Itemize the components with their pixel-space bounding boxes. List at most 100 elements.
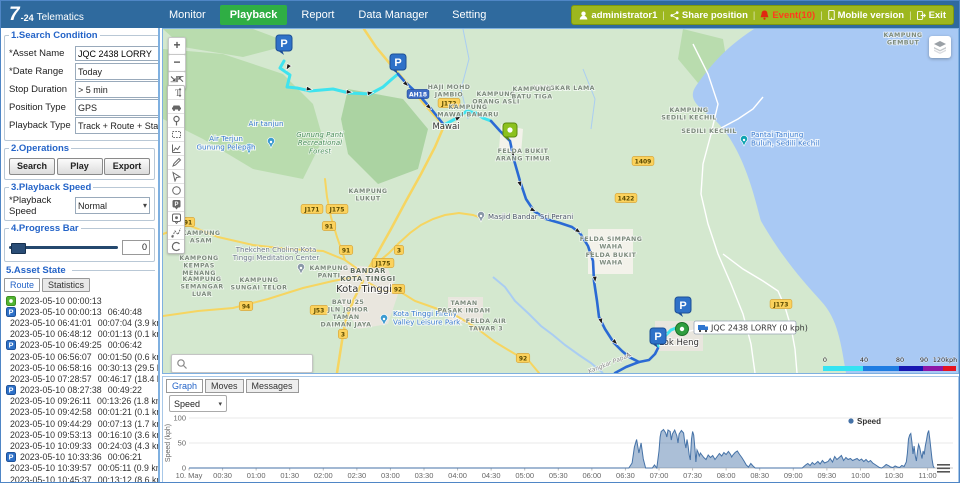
event-link[interactable]: Event(10) <box>760 10 815 21</box>
map-label: FELDA AIRTAWAR 3 <box>466 318 507 333</box>
asset-state-row[interactable]: P2023-05-10 08:27:3800:49:22 <box>4 385 155 396</box>
marker-tool[interactable] <box>168 114 184 128</box>
svg-text:J175: J175 <box>329 206 345 213</box>
map-container[interactable]: 9191913J1759294J53392J171J175J1721409142… <box>162 28 959 374</box>
asset-state-row[interactable]: 2023-05-10 09:53:1300:16:10 (3.6 km) <box>4 429 155 440</box>
svg-text:KAMPUNGSEDILI KECHIL: KAMPUNGSEDILI KECHIL <box>661 107 717 122</box>
menu-item-data-manager[interactable]: Data Manager <box>348 5 438 25</box>
separator: | <box>753 10 755 21</box>
asset-state-row[interactable]: 2023-05-10 09:44:2900:07:13 (1.7 km) <box>4 418 155 429</box>
circle-tool[interactable] <box>168 184 184 198</box>
brand-7: 7 <box>9 7 20 23</box>
svg-text:92: 92 <box>394 286 402 293</box>
map-search-input[interactable] <box>190 356 312 371</box>
asset-state-row[interactable]: 2023-05-10 06:58:1600:30:13 (29.5 km) <box>4 362 155 373</box>
arrow-tool[interactable] <box>168 170 184 184</box>
area-tool[interactable] <box>168 128 184 142</box>
asset-state-row[interactable]: 2023-05-10 06:48:1200:01:13 (0.1 km) <box>4 329 155 340</box>
bottom-tab-graph[interactable]: Graph <box>166 379 203 393</box>
position-type-select[interactable]: GPS▾ <box>75 99 160 116</box>
svg-text:80: 80 <box>896 356 904 364</box>
svg-text:1409: 1409 <box>635 158 652 165</box>
form-row: Position TypeGPS▾ <box>9 100 160 115</box>
speed-chart: 10050010. May00:3001:0001:3002:0002:3003… <box>163 412 956 483</box>
poi-tool[interactable] <box>168 212 184 226</box>
select-value: Track + Route + Statistic <box>78 121 160 131</box>
asset-state-row[interactable]: P2023-05-10 10:33:3600:06:21 <box>4 452 155 463</box>
map-label: SEDILI KECHIL <box>681 128 737 135</box>
map-zoom-in-button[interactable]: + <box>168 37 186 55</box>
asset-state-row[interactable]: 2023-05-10 10:45:3700:13:12 (8.6 km) <box>4 474 155 483</box>
svg-text:06:00: 06:00 <box>582 471 601 480</box>
menu-item-playback[interactable]: Playback <box>220 5 288 25</box>
asset-state-list: 2023-05-10 00:00:13P2023-05-10 00:00:130… <box>4 295 155 483</box>
asset-state-row[interactable]: 2023-05-10 06:41:0100:07:04 (3.9 km) <box>4 317 155 328</box>
stop-duration-select[interactable]: > 5 min▾ <box>75 81 160 98</box>
brand-sub: -24 <box>21 13 34 23</box>
chart-menu-button[interactable] <box>937 464 950 473</box>
asset-tab-route[interactable]: Route <box>4 278 40 292</box>
svg-text:P: P <box>9 307 14 316</box>
play-button[interactable]: Play <box>57 158 103 175</box>
svg-text:J171: J171 <box>304 206 320 213</box>
asset-name-input[interactable] <box>75 46 160 61</box>
svg-text:10. May: 10. May <box>176 471 203 480</box>
asset-state-row[interactable]: 2023-05-10 10:39:5700:05:11 (0.9 km) <box>4 463 155 474</box>
exit-link[interactable]: Exit <box>917 10 946 21</box>
map-zoom-out-button[interactable]: − <box>168 54 186 72</box>
progress-handle[interactable] <box>11 243 26 254</box>
progress-track[interactable] <box>9 246 118 249</box>
svg-text:02:00: 02:00 <box>314 471 333 480</box>
vehicle-tool[interactable] <box>168 100 184 114</box>
svg-text:FELDA AIRTAWAR 3: FELDA AIRTAWAR 3 <box>466 318 507 333</box>
svg-text:J173: J173 <box>773 301 789 308</box>
route-tool[interactable] <box>168 226 184 240</box>
search-button[interactable]: Search <box>9 158 55 175</box>
chart-tool[interactable] <box>168 142 184 156</box>
text-tool[interactable]: T <box>168 86 184 100</box>
user-segment[interactable]: administrator1 <box>579 10 657 21</box>
asset-state-row[interactable]: P2023-05-10 00:00:1306:40:48 <box>4 306 155 317</box>
export-button[interactable]: Export <box>104 158 150 175</box>
exit-label: Exit <box>929 10 946 21</box>
asset-state-row[interactable]: 2023-05-10 00:00:13 <box>4 295 155 306</box>
series-select-button[interactable]: Speed ▾ <box>169 395 227 412</box>
playback-speed-select[interactable]: Normal ▾ <box>75 197 150 214</box>
menu-item-setting[interactable]: Setting <box>442 5 496 25</box>
menu-item-report[interactable]: Report <box>291 5 344 25</box>
menu-item-monitor[interactable]: Monitor <box>159 5 216 25</box>
asset-state-row[interactable]: 2023-05-10 09:42:5800:01:21 (0.1 km) <box>4 407 155 418</box>
mobile-version-link[interactable]: Mobile version <box>828 10 905 21</box>
map-canvas[interactable]: 9191913J1759294J53392J171J175J1721409142… <box>163 29 958 373</box>
row-info: 00:49:22 <box>108 385 142 395</box>
map-layers-button[interactable] <box>929 36 951 58</box>
date-range-select[interactable]: Today▾ <box>75 63 160 80</box>
share-position-link[interactable]: Share position <box>670 10 748 21</box>
svg-text:91: 91 <box>184 219 192 226</box>
vehicle-info-label[interactable]: JQC 2438 LORRY (0 kph) <box>694 321 808 334</box>
playback-type-select[interactable]: Track + Route + Statistic▾ <box>75 117 160 134</box>
asset-tab-statistics[interactable]: Statistics <box>42 278 90 292</box>
current-position-marker[interactable] <box>676 323 689 336</box>
asset-state-row[interactable]: 2023-05-10 10:09:3300:24:03 (4.3 km) <box>4 440 155 451</box>
progress-value: 0 <box>122 240 150 255</box>
asset-state-row[interactable]: P2023-05-10 06:49:2500:06:42 <box>4 340 155 351</box>
parking-filter-tool[interactable]: P <box>168 198 184 212</box>
draw-tool[interactable] <box>168 156 184 170</box>
asset-state-row[interactable]: 2023-05-10 06:56:0700:01:50 (0.6 km) <box>4 351 155 362</box>
map-label: KAMPUNGGEMBUT <box>884 32 923 47</box>
bottom-tab-messages[interactable]: Messages <box>246 379 299 393</box>
svg-text:P: P <box>9 453 14 462</box>
operations-buttons: Search Play Export <box>9 158 150 175</box>
row-info: 00:07:04 (3.9 km) <box>98 318 160 328</box>
search-condition-group: 1.Search Condition *Asset Name*Date Rang… <box>4 30 160 141</box>
clear-tool[interactable] <box>168 240 184 253</box>
row-time: 2023-05-10 06:58:16 <box>10 363 92 373</box>
bottom-tab-moves[interactable]: Moves <box>205 379 244 393</box>
map-label: BATU 25JLN JOHOR <box>327 299 369 314</box>
asset-state-row[interactable]: 2023-05-10 07:28:5700:46:17 (18.4 km) <box>4 373 155 384</box>
row-info: 00:01:13 (0.1 km) <box>98 329 160 339</box>
search-fields: *Asset Name*Date RangeToday▾Stop Duratio… <box>9 46 160 133</box>
map-search-box[interactable] <box>171 354 313 373</box>
asset-state-row[interactable]: 2023-05-10 09:26:1100:13:26 (1.8 km) <box>4 396 155 407</box>
